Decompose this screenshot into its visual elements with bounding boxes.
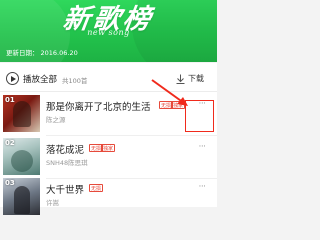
update-date-label: 更新日期： <box>6 49 39 57</box>
more-options-button[interactable]: ··· <box>194 142 210 156</box>
exclusive-badge: 独家 <box>101 144 116 152</box>
song-count: 共100首 <box>62 77 88 85</box>
singer-name: 陈之源 <box>46 116 66 124</box>
song-row[interactable]: 03 大千世界 无损 许嵩 ··· <box>0 178 217 216</box>
download-label: 下载 <box>188 74 204 83</box>
play-circle-icon[interactable] <box>6 72 19 85</box>
singer-name: 许嵩 <box>46 199 59 207</box>
album-cover: 01 <box>3 95 40 132</box>
cover-figure <box>13 101 31 127</box>
play-all-button[interactable]: 播放全部 <box>23 73 57 85</box>
more-options-button[interactable]: ··· <box>194 182 210 196</box>
rank-number: 01 <box>5 96 15 104</box>
chart-banner: 新歌榜 new song 更新日期： 2016.06.20 <box>0 0 217 62</box>
cover-figure <box>11 150 33 172</box>
song-title: 大千世界 <box>46 185 85 196</box>
cover-figure <box>14 186 30 214</box>
annotation-arrow <box>151 79 188 106</box>
update-date: 更新日期： 2016.06.20 <box>6 47 80 57</box>
rank-number: 03 <box>5 179 15 187</box>
song-row[interactable]: 02 落花成泥 无损 独家 SNH48陈思琪 ··· <box>0 138 217 179</box>
song-title: 那是你离开了北京的生活 <box>46 102 151 113</box>
rank-number: 02 <box>5 139 15 147</box>
chart-subtitle: new song <box>87 28 130 37</box>
row-divider <box>46 135 217 136</box>
album-cover: 02 <box>3 138 40 175</box>
update-date-value: 2016.06.20 <box>40 49 78 57</box>
annotation-highlight-box <box>185 100 214 132</box>
album-cover: 03 <box>3 178 40 215</box>
singer-name: SNH48陈思琪 <box>46 159 88 167</box>
song-title: 落花成泥 <box>46 145 85 156</box>
lossless-badge: 无损 <box>89 184 104 192</box>
